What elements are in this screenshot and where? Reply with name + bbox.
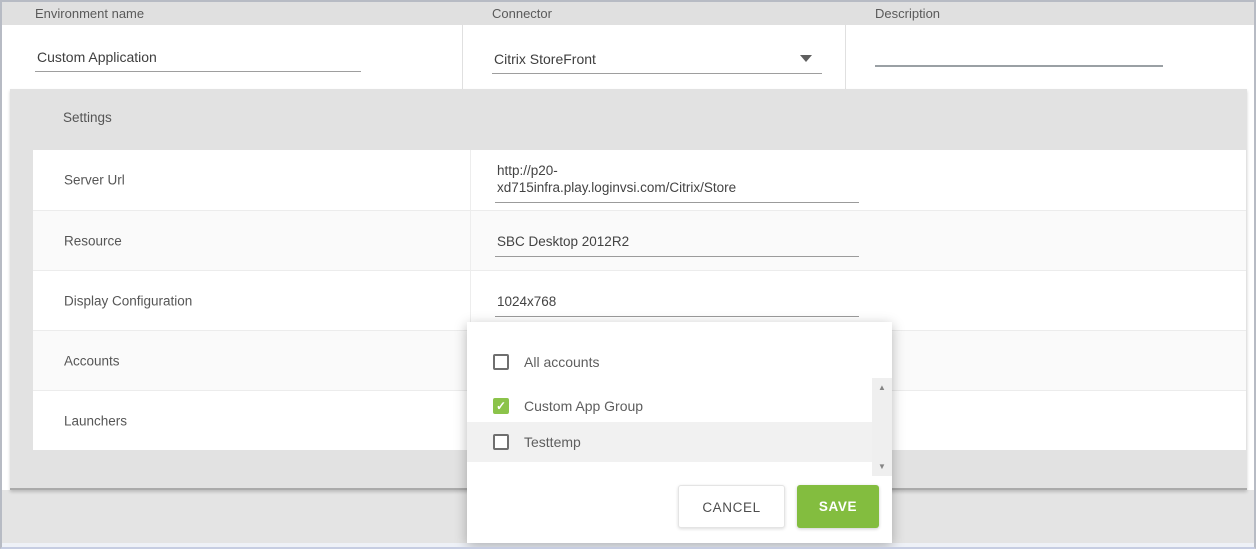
cancel-button[interactable]: CANCEL (678, 485, 785, 528)
table-row-server-url: Server Url http://p20- xd715infra.play.l… (33, 150, 1246, 210)
save-button[interactable]: SAVE (797, 485, 879, 528)
column-divider (845, 25, 846, 91)
top-fields-row: Custom Application Citrix StoreFront (2, 25, 1254, 91)
connector-label: Connector (492, 2, 552, 25)
environment-settings-window: Environment name Connector Description C… (0, 0, 1256, 549)
testtemp-checkbox[interactable]: ✓ (493, 434, 509, 450)
environment-name-label: Environment name (35, 2, 144, 25)
all-accounts-item-label: All accounts (524, 354, 599, 370)
table-row-display-configuration: Display Configuration 1024x768 (33, 270, 1246, 330)
check-icon: ✓ (496, 400, 506, 412)
column-divider (462, 25, 463, 91)
environment-name-value: Custom Application (37, 49, 157, 65)
description-input[interactable] (875, 40, 1163, 67)
scroll-down-icon[interactable]: ▼ (872, 462, 892, 471)
list-item-testtemp[interactable]: ✓ Testtemp (467, 422, 892, 462)
resource-label: Resource (64, 233, 122, 248)
resource-input[interactable]: SBC Desktop 2012R2 (495, 233, 859, 257)
settings-section-title: Settings (63, 110, 112, 125)
environment-name-input[interactable]: Custom Application (35, 40, 361, 72)
custom-app-group-item-label: Custom App Group (524, 398, 643, 414)
launchers-label: Launchers (64, 413, 127, 428)
column-header-band: Environment name Connector Description (2, 2, 1254, 25)
table-row-resource: Resource SBC Desktop 2012R2 (33, 210, 1246, 270)
list-item-all-accounts[interactable]: ✓ All accounts (467, 340, 892, 384)
custom-app-group-checkbox[interactable]: ✓ (493, 398, 509, 414)
testtemp-item-label: Testtemp (524, 434, 581, 450)
connector-value: Citrix StoreFront (494, 51, 596, 67)
server-url-input[interactable]: http://p20- xd715infra.play.loginvsi.com… (495, 162, 859, 203)
all-accounts-checkbox[interactable]: ✓ (493, 354, 509, 370)
accounts-label: Accounts (64, 353, 120, 368)
scroll-up-icon[interactable]: ▲ (872, 383, 892, 392)
dropdown-scrollbar[interactable]: ▲ ▼ (872, 378, 892, 476)
display-configuration-input[interactable]: 1024x768 (495, 293, 859, 317)
connector-select[interactable]: Citrix StoreFront (492, 38, 822, 74)
server-url-label: Server Url (64, 173, 125, 188)
chevron-down-icon (800, 55, 812, 62)
accounts-dropdown-popup: ✓ All accounts ✓ Custom App Group ✓ Test… (467, 322, 892, 543)
display-configuration-label: Display Configuration (64, 293, 192, 308)
bottom-strip (2, 543, 1254, 547)
description-label: Description (875, 2, 940, 25)
